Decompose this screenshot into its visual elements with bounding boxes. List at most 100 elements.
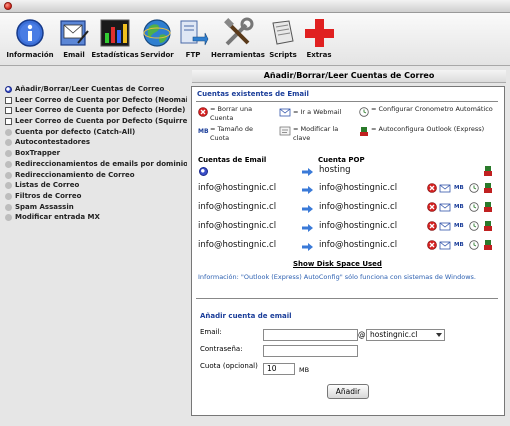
sidebar-item-modify-mx[interactable]: Modificar entrada MX	[4, 212, 187, 223]
statistics-icon	[100, 19, 130, 47]
legend-outlook: = Autoconfigura Outlook (Express)	[371, 125, 485, 133]
cron-clock-icon[interactable]	[469, 183, 479, 193]
ftp-icon	[180, 20, 209, 46]
toolbar-servidor[interactable]: Servidor	[140, 17, 174, 63]
sidebar-item-squirrelmail[interactable]: Leer Correo de Cuenta por Defecto (Squir…	[4, 116, 187, 127]
window-titlebar	[0, 0, 510, 13]
sidebar-item-boxtrapper[interactable]: BoxTrapper	[4, 148, 187, 159]
account-pop: info@hostingnic.cl	[319, 202, 398, 212]
quota-icon[interactable]: MB	[454, 223, 464, 229]
bullet-icon	[5, 160, 12, 168]
delete-icon	[198, 107, 208, 117]
tools-icon	[224, 17, 254, 46]
sidebar-item-domain-forwarders[interactable]: Redireccionamientos de emails por domini…	[4, 159, 187, 170]
quota-icon: MB	[198, 128, 209, 135]
quota-label: Cuota (opcional)	[200, 362, 258, 370]
toolbar-ftp[interactable]: FTP	[178, 17, 209, 63]
quota-input[interactable]: 10	[263, 363, 295, 375]
account-pop: info@hostingnic.cl	[319, 221, 398, 231]
account-email: info@hostingnic.cl	[198, 202, 277, 212]
bullet-icon	[5, 171, 12, 179]
add-account-button[interactable]: Añadir	[327, 384, 369, 399]
email-input[interactable]	[263, 329, 358, 341]
bullet-icon	[5, 150, 12, 158]
webmail-icon[interactable]	[439, 183, 451, 193]
cron-clock-icon[interactable]	[469, 221, 479, 231]
active-radio-icon	[5, 86, 12, 93]
column-header-pop: Cuenta POP	[318, 156, 365, 164]
legend-password: = Modificar la clave	[293, 125, 339, 142]
main-content: Cuentas existentes de Email = Borrar una…	[191, 86, 505, 416]
bullet-icon	[5, 182, 12, 190]
account-email: info@hostingnic.cl	[198, 183, 277, 193]
quota-icon[interactable]: MB	[454, 204, 464, 210]
outlook-autoconfig-icon[interactable]	[483, 220, 493, 232]
webmail-icon[interactable]	[439, 202, 451, 212]
bullet-icon	[5, 128, 12, 136]
delete-icon[interactable]	[427, 202, 437, 212]
toolbar-herramientas[interactable]: Herramientas	[211, 17, 265, 63]
sidebar-item-mail-filters[interactable]: Filtros de Correo	[4, 191, 187, 202]
legend-webmail: = Ir a Webmail	[293, 108, 342, 116]
password-label: Contraseña:	[200, 345, 243, 353]
account-email: info@hostingnic.cl	[198, 221, 277, 231]
outlook-autoconfig-icon[interactable]	[483, 165, 493, 177]
bullet-icon	[5, 139, 12, 147]
toolbar-estadisticas[interactable]: Estadísticas	[91, 17, 139, 63]
sidebar-item-catch-all[interactable]: Cuenta por defecto (Catch-All)	[4, 127, 187, 138]
bullet-icon	[5, 214, 12, 222]
sidebar-item-add-delete-read[interactable]: Añadir/Borrar/Leer Cuentas de Correo	[4, 84, 187, 95]
mail-icon	[5, 118, 12, 126]
toolbar-email[interactable]: Email	[58, 17, 90, 63]
outlook-autoconfig-icon[interactable]	[483, 201, 493, 213]
arrow-right-icon	[302, 186, 313, 194]
sidebar-menu: Añadir/Borrar/Leer Cuentas de Correo Lee…	[4, 84, 187, 223]
scripts-icon	[272, 20, 294, 45]
toolbar: Información Email Estadísticas Servidor	[0, 13, 510, 66]
outlook-info-note: Información: "Outlook (Express) AutoConf…	[198, 273, 476, 281]
sidebar-item-spam-assassin[interactable]: Spam Assassin	[4, 202, 187, 213]
account-email: info@hostingnic.cl	[198, 240, 277, 250]
quota-unit: MB	[299, 366, 310, 374]
bullet-icon	[5, 192, 12, 200]
arrow-right-icon	[302, 205, 313, 213]
arrow-right-icon	[302, 168, 313, 176]
sidebar-item-mailing-lists[interactable]: Listas de Correo	[4, 180, 187, 191]
delete-icon[interactable]	[427, 183, 437, 193]
email-label: Email:	[200, 328, 222, 336]
sidebar-item-horde[interactable]: Leer Correo de Cuenta por Defecto (Horde…	[4, 105, 187, 116]
at-sign: @	[358, 330, 366, 339]
mail-icon	[5, 107, 12, 115]
page-title: Añadir/Borrar/Leer Cuentas de Correo	[192, 70, 506, 83]
toolbar-informacion[interactable]: Información	[6, 17, 54, 63]
quota-icon[interactable]: MB	[454, 242, 464, 248]
cron-clock-icon[interactable]	[469, 202, 479, 212]
sidebar-item-neomail[interactable]: Leer Correo de Cuenta por Defecto (Neoma…	[4, 95, 187, 106]
password-input[interactable]	[263, 345, 358, 357]
sidebar-item-forwarders[interactable]: Redireccionamiento de Correo	[4, 170, 187, 181]
webmail-icon[interactable]	[439, 221, 451, 231]
sidebar-item-autoresponders[interactable]: Autocontestadores	[4, 137, 187, 148]
info-icon	[16, 19, 44, 47]
quota-icon[interactable]: MB	[454, 185, 464, 191]
window-close-button[interactable]	[4, 2, 12, 10]
delete-icon[interactable]	[427, 221, 437, 231]
divider	[196, 101, 498, 102]
delete-icon[interactable]	[427, 240, 437, 250]
legend-cron: = Configurar Cronometro Automático	[371, 105, 493, 113]
show-disk-space-link[interactable]: Show Disk Space Used	[293, 260, 382, 268]
extras-plus-icon	[305, 19, 334, 47]
domain-select[interactable]: hostingnic.cl	[366, 329, 445, 341]
bullet-icon	[5, 203, 12, 211]
add-account-title: Añadir cuenta de email	[200, 312, 292, 320]
outlook-autoconfig-icon[interactable]	[483, 239, 493, 251]
cron-clock-icon[interactable]	[469, 240, 479, 250]
toolbar-extras[interactable]: Extras	[304, 17, 334, 63]
toolbar-scripts[interactable]: Scripts	[268, 17, 298, 63]
default-account-radio[interactable]	[199, 167, 208, 176]
webmail-icon[interactable]	[439, 240, 451, 250]
server-globe-icon	[143, 19, 171, 47]
outlook-autoconfig-icon[interactable]	[483, 182, 493, 194]
chevron-down-icon	[436, 333, 442, 337]
outlook-autoconfig-icon	[360, 127, 368, 136]
